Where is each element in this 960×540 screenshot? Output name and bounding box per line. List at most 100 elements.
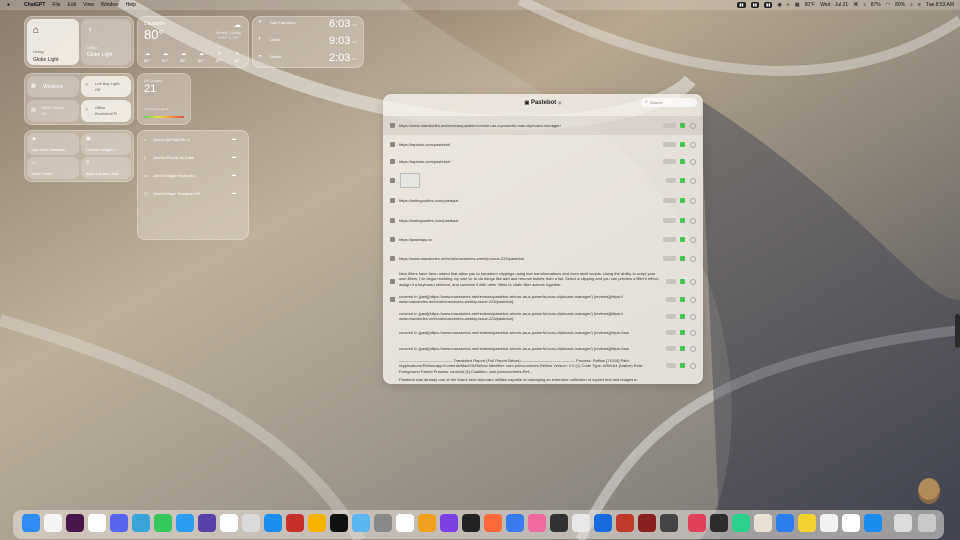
amazon-icon[interactable] [396, 514, 414, 532]
desktop-pet-icon[interactable] [918, 478, 940, 504]
toggle-icon[interactable] [680, 256, 685, 261]
clipping-row[interactable]: covered in [past](https://www.macstories… [383, 326, 703, 340]
launchpad-icon[interactable] [242, 514, 260, 532]
app-icon[interactable] [798, 514, 816, 532]
select-circle[interactable] [690, 198, 696, 204]
toggle-icon[interactable] [680, 142, 685, 147]
status-chip[interactable]: ▮▮ [764, 2, 773, 8]
app-icon[interactable] [572, 514, 590, 532]
status-chip[interactable]: ▮▮ [737, 2, 746, 8]
select-circle[interactable] [690, 346, 696, 352]
clipping-row[interactable]: https://tapbots.com/pastebot/ [383, 136, 703, 153]
finder-icon[interactable] [22, 514, 40, 532]
select-circle[interactable] [690, 142, 696, 148]
shortcuts-icon[interactable] [440, 514, 458, 532]
select-circle[interactable] [690, 218, 696, 224]
app-icon[interactable] [864, 514, 882, 532]
calendar-icon[interactable] [44, 514, 62, 532]
select-circle[interactable] [690, 123, 696, 129]
toggle-icon[interactable] [680, 297, 685, 302]
toggle-icon[interactable] [680, 178, 685, 183]
app-icon[interactable] [754, 514, 772, 532]
toggle-icon[interactable] [680, 363, 685, 368]
speedtest-icon[interactable] [330, 514, 348, 532]
clipping-row[interactable]: https://pasteapp.io [383, 230, 703, 249]
shortcut-new-folder[interactable]: ▭ New Folder [27, 157, 79, 179]
menu-extra-icon[interactable]: ◉ [777, 2, 781, 8]
pin-icon[interactable]: ◉ [558, 100, 562, 105]
menu-extra-icon[interactable]: ▦ [795, 2, 800, 8]
app-icon[interactable] [660, 514, 678, 532]
app-icon[interactable] [550, 514, 568, 532]
menu-app[interactable]: ChatGPT [24, 2, 45, 8]
toggle-icon[interactable] [680, 279, 685, 284]
clipping-row[interactable]: ----------------------------------------… [383, 357, 703, 374]
tile-left-bay-light[interactable]: ♀ Left Bay Light Off [81, 76, 131, 97]
menu-edit[interactable]: Edit [67, 2, 76, 8]
control-center-icon[interactable]: ≡ [918, 2, 921, 8]
rss-icon[interactable] [88, 514, 106, 532]
date-status[interactable]: Wed · Jul 21 [820, 2, 848, 8]
files-icon[interactable] [352, 514, 370, 532]
terminal-icon[interactable] [462, 514, 480, 532]
search-input[interactable]: Search [641, 98, 697, 107]
apple-icon[interactable]: ● [7, 2, 10, 8]
clipping-row[interactable]: https://www.macstories.net/club/macstori… [383, 249, 703, 267]
home-icon[interactable] [308, 514, 326, 532]
tile-office-shade[interactable]: ▤ Office Shade Off [27, 100, 79, 122]
app-icon[interactable] [528, 514, 546, 532]
clipping-row[interactable]: New filters have been added that allow y… [383, 269, 703, 292]
obsidian-icon[interactable] [198, 514, 216, 532]
shortcut-quit-non-obsidian[interactable]: ◈ Quit Non-Obsidian [27, 133, 79, 155]
menu-extra-icon[interactable]: ⌘ [853, 2, 858, 8]
stage-manager-handle[interactable] [955, 314, 960, 348]
notion-icon[interactable] [220, 514, 238, 532]
select-circle[interactable] [690, 279, 696, 285]
menu-view[interactable]: View [83, 2, 94, 8]
clipping-row[interactable]: https://indiegoodies.com/pastepal [383, 190, 703, 210]
app-icon[interactable] [506, 514, 524, 532]
select-circle[interactable] [690, 314, 696, 320]
clipping-row[interactable]: https://tapbots.com/pastebot/ [383, 153, 703, 170]
toggle-icon[interactable] [680, 237, 685, 242]
shortcut-add-link[interactable]: ⚲ Add Link from Saf... [81, 157, 131, 179]
app-icon[interactable] [842, 514, 860, 532]
app-icon[interactable] [710, 514, 728, 532]
select-circle[interactable] [690, 237, 696, 243]
app-icon[interactable] [638, 514, 656, 532]
clipping-row[interactable] [383, 170, 703, 190]
downloads-icon[interactable] [894, 514, 912, 532]
app-icon[interactable] [418, 514, 436, 532]
search-icon[interactable]: ⌕ [910, 2, 913, 8]
toggle-icon[interactable] [680, 123, 685, 128]
toggle-icon[interactable] [680, 330, 685, 335]
safari-icon[interactable] [176, 514, 194, 532]
clipping-row[interactable]: covered in [past](https://www.macstories… [383, 309, 703, 325]
toggle-icon[interactable] [680, 218, 685, 223]
app-icon[interactable] [820, 514, 838, 532]
tile-globe-light-office[interactable]: ♀ Office Globe Light [81, 19, 131, 65]
clipping-row[interactable]: https://www.macstories.net/reviews/paste… [383, 116, 703, 135]
app-icon[interactable] [594, 514, 612, 532]
select-circle[interactable] [690, 297, 696, 303]
weather-status[interactable]: 80°F [805, 2, 816, 8]
select-circle[interactable] [690, 330, 696, 336]
discord-icon[interactable] [110, 514, 128, 532]
menu-extra-icon[interactable]: ◐ [787, 2, 790, 8]
app-icon[interactable] [732, 514, 750, 532]
shortcut-upload-images[interactable]: ▣ Upload Images 1 [81, 133, 131, 155]
tile-globe-light-living[interactable]: ⌂ Living Globe Light [27, 19, 79, 65]
toggle-icon[interactable] [680, 314, 685, 319]
maestro-icon[interactable] [132, 514, 150, 532]
toggle-icon[interactable] [680, 346, 685, 351]
menu-extra-icon[interactable]: ♪ [863, 2, 866, 8]
battery-status[interactable]: 87% [871, 2, 881, 8]
select-circle[interactable] [690, 363, 696, 369]
slack-icon[interactable] [66, 514, 84, 532]
photos-icon[interactable] [286, 514, 304, 532]
clock[interactable]: Tue 8:53 AM [926, 2, 954, 8]
app-store-icon[interactable] [264, 514, 282, 532]
app-icon[interactable] [484, 514, 502, 532]
wifi-icon[interactable]: ◠ [886, 2, 890, 8]
clipping-row[interactable]: Pastebot was already one of the Mac's be… [383, 376, 703, 384]
